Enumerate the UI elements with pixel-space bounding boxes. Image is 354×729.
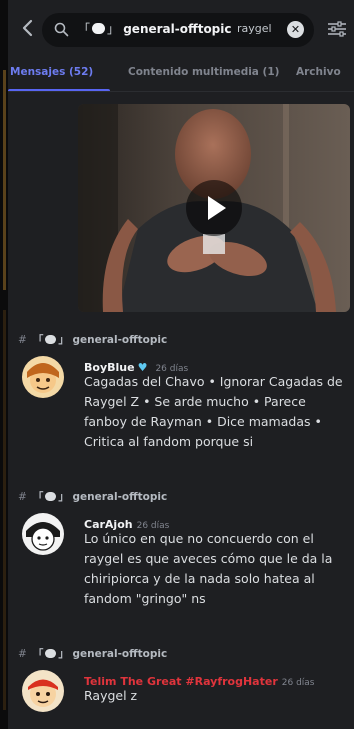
play-button-icon[interactable] — [186, 180, 242, 236]
message-text: Cagadas del Chavo • Ignorar Cagadas de R… — [84, 374, 343, 449]
avatar[interactable] — [22, 513, 64, 555]
avatar[interactable] — [22, 356, 64, 398]
search-query[interactable]: raygel — [237, 22, 272, 35]
message-text: Raygel z — [84, 688, 138, 703]
back-arrow-icon[interactable] — [18, 18, 38, 38]
result-channel-name: general-offtopic — [72, 334, 168, 346]
clear-search-icon[interactable]: ✕ — [287, 21, 304, 38]
active-tab-indicator — [8, 89, 110, 91]
search-icon — [54, 22, 69, 37]
edge-stripe — [3, 310, 6, 710]
channel-glyph-icon: 「」 — [78, 22, 120, 36]
result-channel-header[interactable]: # 「」 general-offtopic — [18, 646, 167, 661]
search-result-message[interactable]: Telim The Great #RayfrogHater 26 días Ray… — [18, 670, 354, 720]
result-channel-header[interactable]: # 「」 general-offtopic — [18, 332, 167, 347]
result-channel-header[interactable]: # 「」 general-offtopic — [18, 489, 167, 504]
video-attachment[interactable] — [78, 104, 350, 312]
search-bar[interactable]: 「」 general-offtopic raygel ✕ — [42, 13, 314, 47]
search-header: 「」 general-offtopic raygel ✕ — [8, 0, 354, 56]
channel-filter-chip[interactable]: 「」 general-offtopic — [78, 20, 232, 37]
tab-media[interactable]: Contenido multimedia (1) — [128, 66, 279, 78]
filter-icon[interactable] — [326, 20, 348, 38]
tab-messages[interactable]: Mensajes (52) — [10, 66, 93, 78]
search-results-panel: 「」 general-offtopic raygel ✕ Mensajes (5… — [8, 0, 354, 729]
result-tabs: Mensajes (52) Contenido multimedia (1) A… — [8, 58, 354, 92]
channel-hash-icon: # — [18, 491, 27, 503]
channel-filter-label: general-offtopic — [123, 22, 232, 36]
result-channel-name: general-offtopic — [72, 491, 168, 503]
channel-hash-icon: # — [18, 334, 27, 346]
result-channel-name: general-offtopic — [72, 648, 168, 660]
avatar[interactable] — [22, 670, 64, 712]
search-result-message[interactable]: BoyBlue ♥ 26 días Cagadas del Chavo • Igno… — [18, 356, 354, 466]
tab-files[interactable]: Archivo — [296, 66, 341, 78]
channel-hash-icon: # — [18, 648, 27, 660]
search-result-message[interactable]: CarAjoh 26 días Lo único en que no concue… — [18, 513, 354, 623]
left-edge — [0, 0, 8, 729]
edge-stripe — [3, 70, 6, 290]
message-text: Lo único en que no concuerdo con el rayg… — [84, 531, 333, 606]
